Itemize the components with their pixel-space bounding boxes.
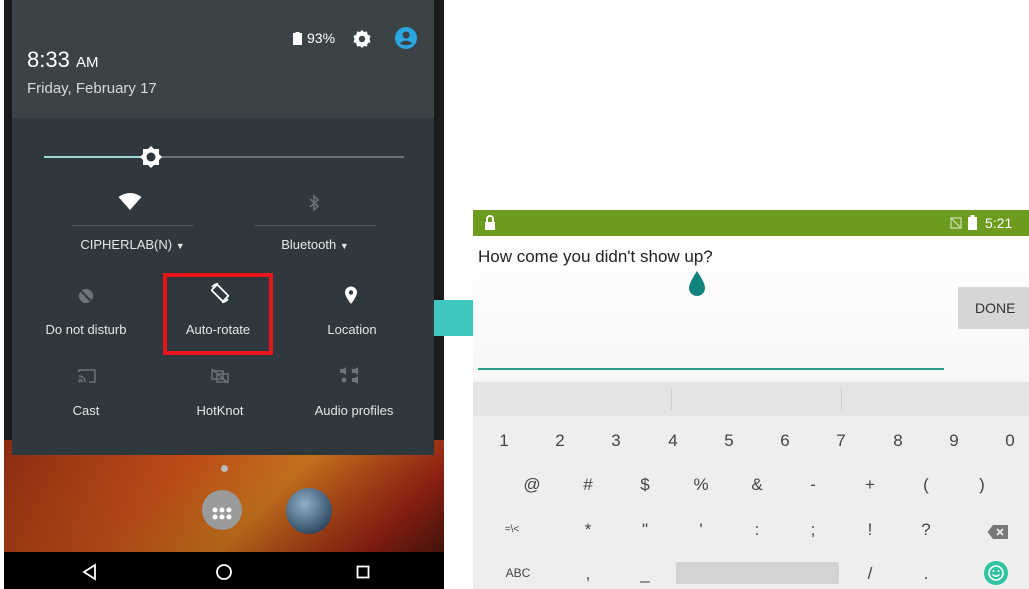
app-drawer-icon bbox=[212, 507, 232, 520]
key[interactable]: 2 bbox=[545, 431, 575, 451]
clock-time: 8:33 bbox=[27, 47, 70, 72]
key-abc[interactable]: ABC bbox=[503, 566, 533, 580]
date-text: Friday, February 17 bbox=[27, 80, 157, 97]
key[interactable]: * bbox=[573, 520, 603, 540]
key[interactable]: _ bbox=[630, 564, 660, 584]
suggestion-strip bbox=[473, 382, 1029, 416]
key[interactable]: ; bbox=[798, 520, 828, 540]
user-account-icon[interactable] bbox=[394, 26, 418, 50]
key[interactable]: - bbox=[798, 475, 828, 495]
key[interactable]: ( bbox=[911, 475, 941, 495]
key[interactable]: 1 bbox=[489, 431, 519, 451]
key[interactable]: # bbox=[573, 475, 603, 495]
no-signal-icon bbox=[950, 217, 962, 229]
suggestion-divider bbox=[671, 388, 672, 410]
keyboard: 1 2 3 4 5 6 7 8 9 0 @ # $ % & - + ( ) =\… bbox=[473, 382, 1029, 589]
brightness-icon[interactable] bbox=[139, 145, 163, 169]
home-icon[interactable] bbox=[215, 563, 233, 581]
auto-rotate-label[interactable]: Auto-rotate bbox=[163, 322, 273, 337]
wifi-label: CIPHERLAB(N) bbox=[80, 237, 173, 252]
key[interactable]: ) bbox=[967, 475, 997, 495]
do-not-disturb-icon[interactable] bbox=[78, 288, 94, 304]
wifi-chevron-down-icon[interactable]: ▼ bbox=[176, 241, 185, 251]
key[interactable]: 9 bbox=[939, 431, 969, 451]
bluetooth-tile[interactable]: Bluetooth ▼ bbox=[240, 237, 390, 252]
hotknot-label[interactable]: HotKnot bbox=[170, 403, 270, 418]
cast-icon[interactable] bbox=[78, 368, 96, 384]
quick-settings-panel: CIPHERLAB(N) ▼ Bluetooth ▼ Do not distur… bbox=[12, 118, 434, 455]
key[interactable]: : bbox=[742, 520, 772, 540]
key[interactable]: + bbox=[855, 475, 885, 495]
done-button[interactable]: DONE bbox=[958, 287, 1029, 329]
key[interactable]: & bbox=[742, 475, 772, 495]
app-drawer-button[interactable] bbox=[202, 490, 242, 530]
row1-divider-left bbox=[72, 225, 194, 226]
browser-app-icon[interactable] bbox=[286, 488, 332, 534]
message-input[interactable]: How come you didn't show up? bbox=[478, 247, 713, 267]
key[interactable]: 7 bbox=[826, 431, 856, 451]
key[interactable]: ? bbox=[911, 520, 941, 540]
key[interactable]: $ bbox=[630, 475, 660, 495]
key[interactable]: @ bbox=[517, 475, 547, 495]
key[interactable]: , bbox=[573, 564, 603, 584]
text-edit-area: How come you didn't show up? DONE bbox=[473, 236, 1029, 382]
lock-icon bbox=[485, 215, 495, 230]
key[interactable]: ' bbox=[686, 520, 716, 540]
location-icon[interactable] bbox=[344, 286, 358, 305]
battery-percent: 93% bbox=[307, 30, 336, 46]
emoji-icon[interactable] bbox=[983, 560, 1009, 586]
brightness-slider[interactable] bbox=[44, 156, 404, 158]
status-bar: 5:21 bbox=[473, 210, 1029, 236]
settings-icon[interactable] bbox=[352, 29, 372, 49]
suggestion-divider bbox=[841, 388, 842, 410]
key[interactable]: ! bbox=[855, 520, 885, 540]
space-key[interactable] bbox=[676, 562, 839, 584]
battery-icon bbox=[293, 32, 302, 45]
key[interactable]: 8 bbox=[883, 431, 913, 451]
done-label: DONE bbox=[975, 300, 1016, 316]
key[interactable]: 6 bbox=[770, 431, 800, 451]
cast-label[interactable]: Cast bbox=[36, 403, 136, 418]
bluetooth-chevron-down-icon[interactable]: ▼ bbox=[340, 241, 349, 251]
key-more-symbols[interactable]: =\< bbox=[497, 524, 527, 535]
key[interactable]: 0 bbox=[995, 431, 1025, 451]
key[interactable]: 3 bbox=[601, 431, 631, 451]
key[interactable]: % bbox=[686, 475, 716, 495]
status-time: 5:21 bbox=[985, 215, 1013, 231]
do-not-disturb-label[interactable]: Do not disturb bbox=[26, 322, 146, 337]
battery-icon bbox=[968, 215, 977, 230]
row1-divider-right bbox=[254, 225, 376, 226]
backspace-icon[interactable] bbox=[987, 524, 1009, 540]
key[interactable]: . bbox=[911, 564, 941, 584]
key[interactable]: " bbox=[630, 520, 660, 540]
location-label[interactable]: Location bbox=[302, 322, 402, 337]
bluetooth-icon[interactable] bbox=[308, 194, 320, 212]
bluetooth-label: Bluetooth bbox=[281, 237, 337, 252]
back-icon[interactable] bbox=[82, 563, 98, 581]
wifi-icon[interactable] bbox=[118, 193, 142, 211]
key[interactable]: 4 bbox=[658, 431, 688, 451]
audio-profiles-label[interactable]: Audio profiles bbox=[299, 403, 409, 418]
page-indicator-dot bbox=[221, 465, 228, 472]
audio-profiles-icon[interactable] bbox=[338, 367, 364, 385]
key[interactable]: / bbox=[855, 564, 885, 584]
hotknot-icon[interactable] bbox=[211, 368, 229, 384]
cursor-handle-icon[interactable] bbox=[687, 271, 707, 297]
auto-rotate-icon[interactable] bbox=[209, 282, 231, 304]
clock-ampm: AM bbox=[75, 54, 99, 71]
notification-header: 93% 8:33 AM Friday, February 17 bbox=[12, 0, 434, 118]
wifi-tile[interactable]: CIPHERLAB(N) ▼ bbox=[50, 237, 215, 252]
tablet-screen: 5:21 How come you didn't show up? DONE 1… bbox=[473, 210, 1029, 589]
brightness-fill bbox=[44, 156, 152, 158]
key[interactable]: 5 bbox=[714, 431, 744, 451]
recents-icon[interactable] bbox=[356, 565, 370, 579]
input-underline bbox=[478, 368, 944, 370]
clock: 8:33 AM bbox=[27, 47, 98, 73]
